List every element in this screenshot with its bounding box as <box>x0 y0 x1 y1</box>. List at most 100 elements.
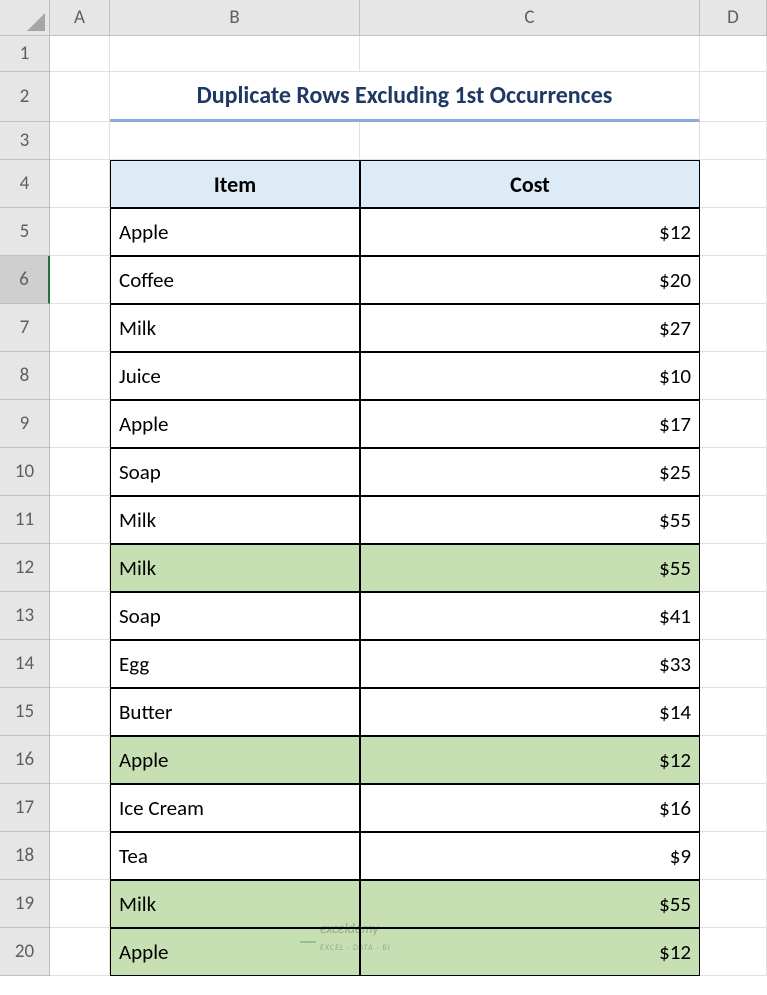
table-row-item[interactable]: Apple <box>110 208 360 256</box>
row-head-2[interactable]: 2 <box>0 72 50 122</box>
cell-blank[interactable] <box>50 544 110 592</box>
cell-blank[interactable] <box>50 784 110 832</box>
cell-blank[interactable] <box>700 928 767 976</box>
table-row-item[interactable]: Soap <box>110 448 360 496</box>
row-head-16[interactable]: 16 <box>0 736 50 784</box>
cell-blank[interactable] <box>50 880 110 928</box>
table-row-cost[interactable]: $17 <box>360 400 700 448</box>
row-head-13[interactable]: 13 <box>0 592 50 640</box>
cell-blank[interactable] <box>50 304 110 352</box>
cell-blank[interactable] <box>50 256 110 304</box>
cell-blank[interactable] <box>700 448 767 496</box>
table-row-item[interactable]: Butter <box>110 688 360 736</box>
cell-blank[interactable] <box>700 592 767 640</box>
cell-blank[interactable] <box>700 496 767 544</box>
table-row-cost[interactable]: $55 <box>360 496 700 544</box>
row-head-10[interactable]: 10 <box>0 448 50 496</box>
row-head-6[interactable]: 6 <box>0 256 50 304</box>
cell-blank[interactable] <box>700 36 767 72</box>
table-row-item[interactable]: Apple <box>110 400 360 448</box>
col-head-b[interactable]: B <box>110 0 360 36</box>
table-row-cost[interactable]: $33 <box>360 640 700 688</box>
cell-blank[interactable] <box>50 688 110 736</box>
cell-blank[interactable] <box>50 640 110 688</box>
cell-blank[interactable] <box>700 784 767 832</box>
select-all-corner[interactable] <box>0 0 50 36</box>
cell-blank[interactable] <box>700 72 767 122</box>
cell-blank[interactable] <box>50 208 110 256</box>
table-row-cost[interactable]: $10 <box>360 352 700 400</box>
cell-blank[interactable] <box>700 352 767 400</box>
cell-blank[interactable] <box>700 880 767 928</box>
cell-blank[interactable] <box>700 256 767 304</box>
cell-blank[interactable] <box>700 160 767 208</box>
cell-blank[interactable] <box>50 496 110 544</box>
cell-blank[interactable] <box>50 352 110 400</box>
table-row-cost[interactable]: $12 <box>360 208 700 256</box>
row-head-17[interactable]: 17 <box>0 784 50 832</box>
row-head-19[interactable]: 19 <box>0 880 50 928</box>
cell-blank[interactable] <box>110 122 360 160</box>
row-head-12[interactable]: 12 <box>0 544 50 592</box>
table-row-cost[interactable]: $25 <box>360 448 700 496</box>
title-cell[interactable]: Duplicate Rows Excluding 1st Occurrences <box>110 72 700 122</box>
table-header-item[interactable]: Item <box>110 160 360 208</box>
table-row-cost[interactable]: $20 <box>360 256 700 304</box>
col-head-d[interactable]: D <box>700 0 767 36</box>
cell-blank[interactable] <box>700 208 767 256</box>
table-row-cost[interactable]: $27 <box>360 304 700 352</box>
row-head-5[interactable]: 5 <box>0 208 50 256</box>
row-head-9[interactable]: 9 <box>0 400 50 448</box>
row-head-7[interactable]: 7 <box>0 304 50 352</box>
col-head-c[interactable]: C <box>360 0 700 36</box>
cell-blank[interactable] <box>50 36 110 72</box>
row-head-3[interactable]: 3 <box>0 122 50 160</box>
cell-blank[interactable] <box>50 400 110 448</box>
cell-blank[interactable] <box>700 122 767 160</box>
cell-blank[interactable] <box>700 688 767 736</box>
table-row-item[interactable]: Milk <box>110 496 360 544</box>
cell-blank[interactable] <box>360 36 700 72</box>
cell-blank[interactable] <box>50 736 110 784</box>
row-head-4[interactable]: 4 <box>0 160 50 208</box>
table-row-item[interactable]: Coffee <box>110 256 360 304</box>
table-row-cost[interactable]: $9 <box>360 832 700 880</box>
row-head-8[interactable]: 8 <box>0 352 50 400</box>
cell-blank[interactable] <box>50 72 110 122</box>
cell-blank[interactable] <box>700 304 767 352</box>
row-head-15[interactable]: 15 <box>0 688 50 736</box>
row-head-20[interactable]: 20 <box>0 928 50 976</box>
row-head-11[interactable]: 11 <box>0 496 50 544</box>
cell-blank[interactable] <box>700 832 767 880</box>
cell-blank[interactable] <box>700 400 767 448</box>
table-row-item[interactable]: Ice Cream <box>110 784 360 832</box>
cell-blank[interactable] <box>360 122 700 160</box>
table-row-item[interactable]: Milk <box>110 304 360 352</box>
cell-blank[interactable] <box>50 122 110 160</box>
table-row-item[interactable]: Tea <box>110 832 360 880</box>
cell-blank[interactable] <box>50 832 110 880</box>
table-row-item[interactable]: Juice <box>110 352 360 400</box>
cell-blank[interactable] <box>700 640 767 688</box>
table-row-cost[interactable]: $55 <box>360 880 700 928</box>
table-row-cost[interactable]: $16 <box>360 784 700 832</box>
table-row-cost[interactable]: $55 <box>360 544 700 592</box>
cell-blank[interactable] <box>110 36 360 72</box>
cell-blank[interactable] <box>700 544 767 592</box>
table-row-item[interactable]: Apple <box>110 736 360 784</box>
table-row-cost[interactable]: $12 <box>360 928 700 976</box>
cell-blank[interactable] <box>50 448 110 496</box>
cell-blank[interactable] <box>50 160 110 208</box>
row-head-1[interactable]: 1 <box>0 36 50 72</box>
table-row-item[interactable]: Egg <box>110 640 360 688</box>
table-header-cost[interactable]: Cost <box>360 160 700 208</box>
cell-blank[interactable] <box>700 736 767 784</box>
cell-blank[interactable] <box>50 928 110 976</box>
table-row-cost[interactable]: $14 <box>360 688 700 736</box>
table-row-cost[interactable]: $12 <box>360 736 700 784</box>
row-head-14[interactable]: 14 <box>0 640 50 688</box>
col-head-a[interactable]: A <box>50 0 110 36</box>
table-row-item[interactable]: Soap <box>110 592 360 640</box>
table-row-cost[interactable]: $41 <box>360 592 700 640</box>
spreadsheet-grid[interactable]: ABCD 12 Duplicate Rows Excluding 1st Occur… <box>0 0 767 976</box>
